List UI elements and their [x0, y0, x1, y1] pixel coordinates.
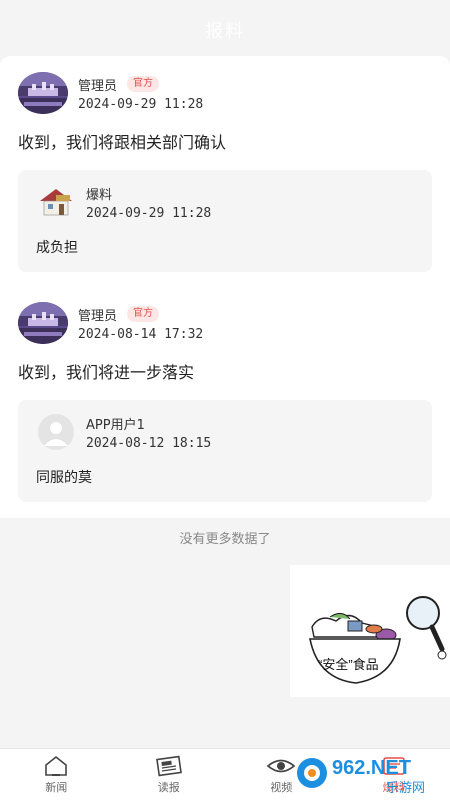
author-name: APP用户1 [86, 417, 145, 433]
no-more-data-text: 没有更多数据了 [179, 531, 271, 547]
post-time: 2024-08-14 17:32 [78, 327, 204, 342]
comment-list: 管理员 官方 2024-09-29 11:28 收到，我们将跟相关部门确认 爆料… [0, 56, 450, 518]
eye-icon [266, 759, 296, 772]
house-avatar-icon [36, 184, 76, 220]
official-badge: 官方 [127, 76, 160, 92]
watermark-logo-text: 962.NET [332, 757, 411, 779]
avatar[interactable] [18, 72, 68, 114]
report-text: 同服的莫 [36, 470, 92, 486]
tab-news[interactable]: 新闻 [0, 749, 113, 800]
reply-text: 收到，我们将跟相关部门确认 [18, 133, 227, 152]
list-item: 管理员 官方 2024-09-29 11:28 收到，我们将跟相关部门确认 爆料… [0, 56, 450, 288]
author-row: 管理员 官方 2024-09-29 11:28 [18, 70, 432, 116]
author-name: 管理员 [78, 308, 118, 324]
reply-text: 收到，我们将进一步落实 [18, 363, 195, 382]
post-time: 2024-09-29 11:28 [78, 97, 204, 112]
page-title: 报料 [205, 21, 245, 42]
report-text: 成负担 [36, 240, 78, 256]
post-time: 2024-08-12 18:15 [86, 436, 212, 451]
tab-read-paper[interactable]: 读报 [113, 749, 226, 800]
quoted-report[interactable]: APP用户1 2024-08-12 18:15 同服的莫 [18, 400, 432, 502]
watermark-subtext: 乐游网 [386, 781, 425, 796]
author-name: 爆料 [86, 187, 113, 203]
tab-label: 视频 [270, 780, 293, 794]
avatar[interactable] [18, 302, 68, 344]
header: 报料 [0, 0, 450, 60]
tab-label: 新闻 [45, 780, 68, 794]
author-row: 管理员 官方 2024-08-14 17:32 [18, 300, 432, 346]
default-user-avatar-icon [36, 414, 76, 450]
home-icon [45, 755, 68, 776]
floating-ad-image[interactable]: “安全”食品 [290, 565, 450, 697]
list-item: 管理员 官方 2024-08-14 17:32 收到，我们将进一步落实 APP用… [0, 288, 450, 518]
author-name: 管理员 [78, 78, 118, 94]
official-badge: 官方 [127, 306, 160, 322]
tab-label: 读报 [157, 780, 180, 794]
post-time: 2024-09-29 11:28 [86, 206, 212, 221]
newspaper-icon [155, 755, 182, 776]
site-watermark: 962.NET 乐游网 [294, 750, 444, 796]
ad-caption: “安全”食品 [318, 657, 379, 672]
quoted-report[interactable]: 爆料 2024-09-29 11:28 成负担 [18, 170, 432, 272]
